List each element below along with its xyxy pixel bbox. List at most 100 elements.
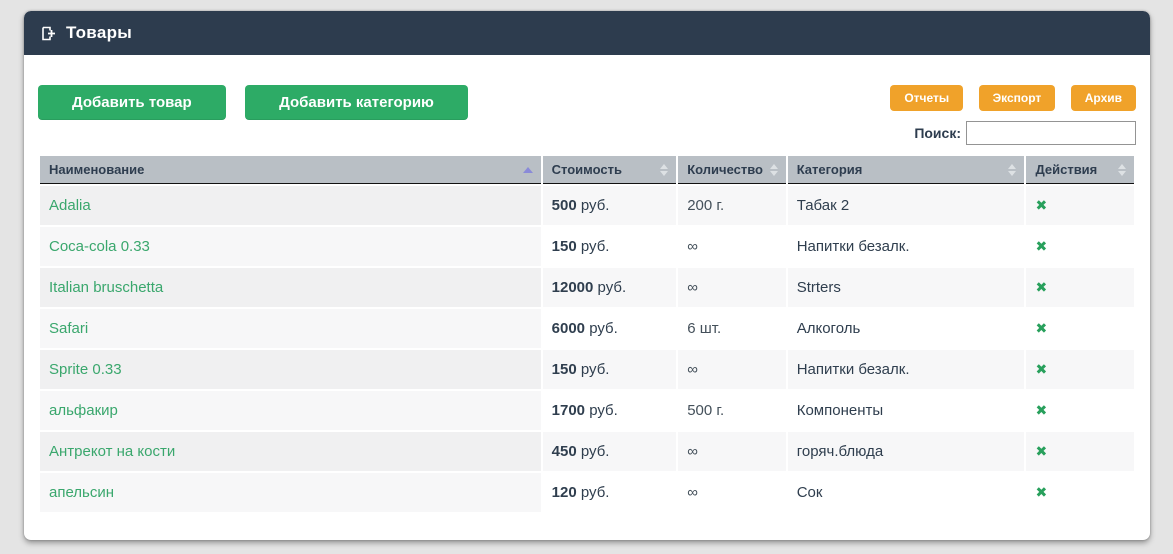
delete-product-icon[interactable]: ✖ <box>1035 443 1047 460</box>
export-button[interactable]: Экспорт <box>978 85 1056 111</box>
quantity-cell: ∞ <box>678 432 786 471</box>
add-product-button[interactable]: Добавить товар <box>38 85 226 120</box>
column-label: Количество <box>687 162 763 177</box>
price-value: 150 <box>551 361 577 378</box>
price-value: 450 <box>551 443 577 460</box>
delete-product-icon[interactable]: ✖ <box>1035 238 1047 255</box>
price-unit: руб. <box>576 238 610 255</box>
product-name-cell: Adalia <box>40 186 541 225</box>
panel-header: Товары <box>24 11 1150 55</box>
product-name-link[interactable]: Sprite 0.33 <box>49 361 122 378</box>
products-table: Наименование Стоимость Количество Категория… <box>38 154 1136 514</box>
left-actions: Добавить товар Добавить категорию <box>38 85 483 120</box>
product-name-link[interactable]: Coca-cola 0.33 <box>49 238 150 255</box>
price-unit: руб. <box>576 443 610 460</box>
price-value: 6000 <box>551 320 586 337</box>
column-label: Наименование <box>49 162 145 177</box>
price-cell: 150 руб. <box>542 350 677 389</box>
table-body: Adalia 500 руб. 200 г. Табак 2 ✖ Coca-cola 0.… <box>40 186 1134 512</box>
quantity-cell: ∞ <box>678 268 786 307</box>
sort-asc-icon <box>522 166 533 173</box>
actions-cell: ✖ <box>1026 268 1134 307</box>
price-unit: руб. <box>585 402 618 419</box>
product-name-cell: Sprite 0.33 <box>40 350 541 389</box>
sort-both-icon <box>769 163 778 176</box>
price-cell: 120 руб. <box>542 473 677 512</box>
category-cell: Напитки безалк. <box>787 350 1025 389</box>
actions-cell: ✖ <box>1026 473 1134 512</box>
product-name-link[interactable]: Adalia <box>49 197 91 214</box>
quantity-cell: ∞ <box>678 473 786 512</box>
delete-product-icon[interactable]: ✖ <box>1035 197 1047 214</box>
table-row: альфакир 1700 руб. 500 г. Компоненты ✖ <box>40 391 1134 430</box>
actions-cell: ✖ <box>1026 309 1134 348</box>
product-name-cell: Антрекот на кости <box>40 432 541 471</box>
actions-cell: ✖ <box>1026 186 1134 225</box>
table-row: Антрекот на кости 450 руб. ∞ горяч.блюда ✖ <box>40 432 1134 471</box>
quantity-cell: 500 г. <box>678 391 786 430</box>
add-document-icon <box>40 25 57 42</box>
report-buttons: Отчеты Экспорт Архив <box>879 85 1136 111</box>
table-row: Coca-cola 0.33 150 руб. ∞ Напитки безалк. ✖ <box>40 227 1134 266</box>
sort-both-icon <box>660 163 669 176</box>
table-row: Sprite 0.33 150 руб. ∞ Напитки безалк. ✖ <box>40 350 1134 389</box>
category-cell: Табак 2 <box>787 186 1025 225</box>
column-header-category[interactable]: Категория <box>787 156 1025 184</box>
products-panel: Товары Добавить товар Добавить категорию… <box>24 11 1150 540</box>
search-row: Поиск: <box>879 121 1136 145</box>
table-row: Italian bruschetta 12000 руб. ∞ Strters ✖ <box>40 268 1134 307</box>
product-name-cell: Safari <box>40 309 541 348</box>
table-row: Safari 6000 руб. 6 шт. Алкоголь ✖ <box>40 309 1134 348</box>
delete-product-icon[interactable]: ✖ <box>1035 279 1047 296</box>
search-input[interactable] <box>966 121 1136 145</box>
panel-content: Добавить товар Добавить категорию Отчеты… <box>24 85 1150 514</box>
sort-both-icon <box>1118 163 1126 176</box>
quantity-cell: 6 шт. <box>678 309 786 348</box>
price-cell: 1700 руб. <box>542 391 677 430</box>
product-name-cell: альфакир <box>40 391 541 430</box>
actions-cell: ✖ <box>1026 391 1134 430</box>
price-value: 500 <box>551 197 577 214</box>
add-category-button[interactable]: Добавить категорию <box>245 85 468 120</box>
product-name-link[interactable]: Safari <box>49 320 88 337</box>
delete-product-icon[interactable]: ✖ <box>1035 484 1047 501</box>
price-value: 150 <box>551 238 577 255</box>
delete-product-icon[interactable]: ✖ <box>1035 361 1047 378</box>
category-cell: Компоненты <box>787 391 1025 430</box>
category-cell: Strters <box>787 268 1025 307</box>
price-unit: руб. <box>576 197 610 214</box>
price-cell: 500 руб. <box>542 186 677 225</box>
delete-product-icon[interactable]: ✖ <box>1035 320 1047 337</box>
archive-button[interactable]: Архив <box>1070 85 1136 111</box>
actions-cell: ✖ <box>1026 350 1134 389</box>
product-name-link[interactable]: Italian bruschetta <box>49 279 163 296</box>
price-unit: руб. <box>576 484 610 501</box>
column-header-quantity[interactable]: Количество <box>678 156 786 184</box>
price-cell: 6000 руб. <box>542 309 677 348</box>
product-name-link[interactable]: Антрекот на кости <box>49 443 175 460</box>
column-header-price[interactable]: Стоимость <box>542 156 677 184</box>
product-name-link[interactable]: альфакир <box>49 402 118 419</box>
delete-product-icon[interactable]: ✖ <box>1035 402 1047 419</box>
price-cell: 150 руб. <box>542 227 677 266</box>
column-label: Действия <box>1035 162 1098 177</box>
category-cell: Алкоголь <box>787 309 1025 348</box>
column-header-actions[interactable]: Действия <box>1026 156 1134 184</box>
table-row: Adalia 500 руб. 200 г. Табак 2 ✖ <box>40 186 1134 225</box>
reports-button[interactable]: Отчеты <box>890 85 964 111</box>
quantity-cell: ∞ <box>678 227 786 266</box>
actions-cell: ✖ <box>1026 227 1134 266</box>
price-unit: руб. <box>585 320 618 337</box>
product-name-cell: апельсин <box>40 473 541 512</box>
column-header-name[interactable]: Наименование <box>40 156 541 184</box>
price-value: 1700 <box>551 402 586 419</box>
price-value: 120 <box>551 484 577 501</box>
price-cell: 12000 руб. <box>542 268 677 307</box>
product-name-cell: Coca-cola 0.33 <box>40 227 541 266</box>
price-unit: руб. <box>593 279 627 296</box>
price-cell: 450 руб. <box>542 432 677 471</box>
product-name-link[interactable]: апельсин <box>49 484 114 501</box>
table-header-row: Наименование Стоимость Количество Категория… <box>40 156 1134 184</box>
category-cell: Сок <box>787 473 1025 512</box>
category-cell: Напитки безалк. <box>787 227 1025 266</box>
